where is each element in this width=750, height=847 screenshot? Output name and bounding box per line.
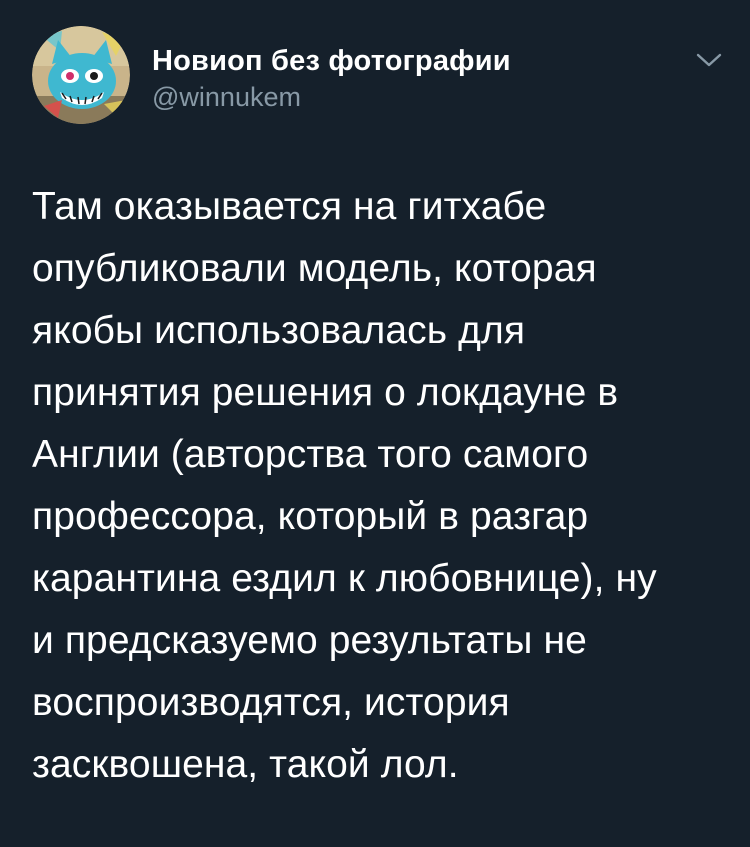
tweet-line: принятия решения о локдауне в: [32, 371, 619, 414]
tweet: Новиоп без фотографии @winnukem Там оказ…: [0, 0, 750, 847]
tweet-line: и предсказуемо результаты не: [32, 619, 587, 662]
tweet-line: опубликовали модель, которая: [32, 247, 597, 290]
chevron-down-icon[interactable]: [692, 48, 726, 72]
tweet-line: профессора, который в разгар: [32, 495, 589, 538]
tweet-line: засквошена, такой лол.: [32, 743, 459, 786]
user-names: Новиоп без фотографии @winnukem: [152, 44, 511, 114]
display-name[interactable]: Новиоп без фотографии: [152, 44, 511, 78]
avatar[interactable]: [32, 26, 130, 124]
tweet-line: воспроизводятся, история: [32, 681, 510, 724]
tweet-line: якобы использовалась для: [32, 309, 526, 352]
graffiti-cat-avatar-icon: [32, 26, 130, 124]
user-handle[interactable]: @winnukem: [152, 80, 511, 114]
tweet-line: карантина ездил к любовнице), ну: [32, 557, 657, 600]
tweet-header: Новиоп без фотографии @winnukem: [32, 26, 732, 126]
tweet-line: Англии (авторства того самого: [32, 433, 589, 476]
tweet-text: Там оказывается на гитхабе опубликовали …: [32, 176, 722, 796]
tweet-line: Там оказывается на гитхабе: [32, 185, 547, 228]
